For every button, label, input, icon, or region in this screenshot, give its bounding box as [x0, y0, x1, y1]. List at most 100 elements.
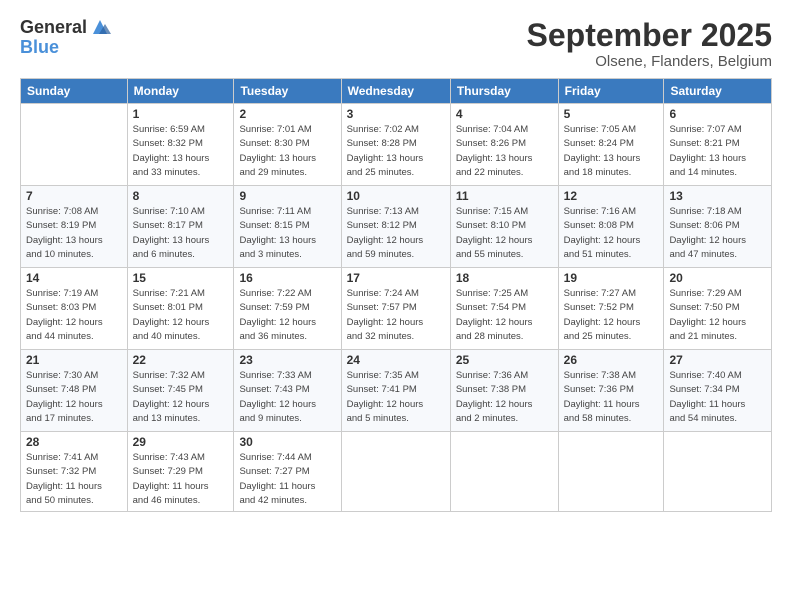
table-row: 18Sunrise: 7:25 AM Sunset: 7:54 PM Dayli…: [450, 268, 558, 350]
table-row: 26 Sunrise: 7:38 AM Sunset: 7:36 PM Dayli…: [558, 350, 664, 432]
table-row: 22 Sunrise: 7:32 AM Sunset: 7:45 PM Dayli…: [127, 350, 234, 432]
day-number: 25: [456, 353, 553, 367]
table-row: 30 Sunrise: 7:44 AM Sunset: 7:27 PM Dayli…: [234, 432, 341, 512]
day-info: Sunrise: 7:10 AM Sunset: 8:17 PM Dayligh…: [133, 205, 229, 262]
table-row: 3Sunrise: 7:02 AM Sunset: 8:28 PM Daylig…: [341, 104, 450, 186]
day-info: Sunrise: 7:08 AM Sunset: 8:19 PM Dayligh…: [26, 205, 122, 262]
day-info: Sunrise: 7:05 AM Sunset: 8:24 PM Dayligh…: [564, 123, 659, 180]
day-info: Sunrise: 7:04 AM Sunset: 8:26 PM Dayligh…: [456, 123, 553, 180]
day-info: Sunrise: 7:43 AM Sunset: 7:29 PM Dayligh…: [133, 451, 229, 508]
col-thursday: Thursday: [450, 79, 558, 104]
day-number: 9: [239, 189, 335, 203]
table-row: 25 Sunrise: 7:36 AM Sunset: 7:38 PM Dayli…: [450, 350, 558, 432]
table-row: 2 Sunrise: 7:01 AM Sunset: 8:30 PM Daylig…: [234, 104, 341, 186]
table-row: 1 Sunrise: 6:59 AM Sunset: 8:32 PM Daylig…: [127, 104, 234, 186]
col-friday: Friday: [558, 79, 664, 104]
day-info: Sunrise: 7:35 AM Sunset: 7:41 PM Dayligh…: [347, 369, 445, 426]
day-number: 5: [564, 107, 659, 121]
day-number: 3: [347, 107, 445, 121]
day-info: Sunrise: 7:18 AM Sunset: 8:06 PM Dayligh…: [669, 205, 766, 262]
col-saturday: Saturday: [664, 79, 772, 104]
header: General Blue September 2025 Olsene, Flan…: [20, 18, 772, 70]
logo: General Blue: [20, 18, 111, 58]
day-info: Sunrise: 7:27 AM Sunset: 7:52 PM Dayligh…: [564, 287, 659, 344]
day-number: 7: [26, 189, 122, 203]
day-number: 6: [669, 107, 766, 121]
day-info: Sunrise: 7:22 AM Sunset: 7:59 PM Dayligh…: [239, 287, 335, 344]
day-number: 2: [239, 107, 335, 121]
day-number: 23: [239, 353, 335, 367]
col-monday: Monday: [127, 79, 234, 104]
table-row: 28 Sunrise: 7:41 AM Sunset: 7:32 PM Dayli…: [21, 432, 128, 512]
table-row: 13Sunrise: 7:18 AM Sunset: 8:06 PM Dayli…: [664, 186, 772, 268]
day-number: 27: [669, 353, 766, 367]
day-info: Sunrise: 7:19 AM Sunset: 8:03 PM Dayligh…: [26, 287, 122, 344]
day-number: 22: [133, 353, 229, 367]
day-info: Sunrise: 7:38 AM Sunset: 7:36 PM Dayligh…: [564, 369, 659, 426]
table-row: 5 Sunrise: 7:05 AM Sunset: 8:24 PM Daylig…: [558, 104, 664, 186]
subtitle: Olsene, Flanders, Belgium: [527, 53, 772, 70]
day-info: Sunrise: 7:36 AM Sunset: 7:38 PM Dayligh…: [456, 369, 553, 426]
table-row: 29 Sunrise: 7:43 AM Sunset: 7:29 PM Dayli…: [127, 432, 234, 512]
table-row: 12 Sunrise: 7:16 AM Sunset: 8:08 PM Dayli…: [558, 186, 664, 268]
table-row: 4Sunrise: 7:04 AM Sunset: 8:26 PM Daylig…: [450, 104, 558, 186]
col-wednesday: Wednesday: [341, 79, 450, 104]
day-number: 12: [564, 189, 659, 203]
day-number: 10: [347, 189, 445, 203]
table-row: 14 Sunrise: 7:19 AM Sunset: 8:03 PM Dayli…: [21, 268, 128, 350]
day-info: Sunrise: 7:30 AM Sunset: 7:48 PM Dayligh…: [26, 369, 122, 426]
day-number: 26: [564, 353, 659, 367]
table-row: 15 Sunrise: 7:21 AM Sunset: 8:01 PM Dayli…: [127, 268, 234, 350]
logo-blue: Blue: [20, 38, 111, 58]
day-number: 16: [239, 271, 335, 285]
day-info: Sunrise: 7:40 AM Sunset: 7:34 PM Dayligh…: [669, 369, 766, 426]
table-row: [341, 432, 450, 512]
day-number: 28: [26, 435, 122, 449]
calendar-week-row: 14 Sunrise: 7:19 AM Sunset: 8:03 PM Dayli…: [21, 268, 772, 350]
day-info: Sunrise: 7:32 AM Sunset: 7:45 PM Dayligh…: [133, 369, 229, 426]
table-row: [21, 104, 128, 186]
day-number: 19: [564, 271, 659, 285]
day-info: Sunrise: 7:13 AM Sunset: 8:12 PM Dayligh…: [347, 205, 445, 262]
day-info: Sunrise: 7:07 AM Sunset: 8:21 PM Dayligh…: [669, 123, 766, 180]
calendar-week-row: 7 Sunrise: 7:08 AM Sunset: 8:19 PM Daylig…: [21, 186, 772, 268]
table-row: 8Sunrise: 7:10 AM Sunset: 8:17 PM Daylig…: [127, 186, 234, 268]
table-row: 10 Sunrise: 7:13 AM Sunset: 8:12 PM Dayli…: [341, 186, 450, 268]
day-info: Sunrise: 7:21 AM Sunset: 8:01 PM Dayligh…: [133, 287, 229, 344]
day-info: Sunrise: 7:16 AM Sunset: 8:08 PM Dayligh…: [564, 205, 659, 262]
logo-icon: [89, 16, 111, 38]
day-number: 20: [669, 271, 766, 285]
calendar-header-row: Sunday Monday Tuesday Wednesday Thursday…: [21, 79, 772, 104]
table-row: 19 Sunrise: 7:27 AM Sunset: 7:52 PM Dayli…: [558, 268, 664, 350]
day-info: Sunrise: 6:59 AM Sunset: 8:32 PM Dayligh…: [133, 123, 229, 180]
table-row: [450, 432, 558, 512]
title-block: September 2025 Olsene, Flanders, Belgium: [527, 18, 772, 70]
day-number: 1: [133, 107, 229, 121]
table-row: [664, 432, 772, 512]
table-row: 24 Sunrise: 7:35 AM Sunset: 7:41 PM Dayli…: [341, 350, 450, 432]
logo-general: General: [20, 18, 87, 38]
day-number: 29: [133, 435, 229, 449]
day-info: Sunrise: 7:25 AM Sunset: 7:54 PM Dayligh…: [456, 287, 553, 344]
col-tuesday: Tuesday: [234, 79, 341, 104]
table-row: 27 Sunrise: 7:40 AM Sunset: 7:34 PM Dayli…: [664, 350, 772, 432]
day-info: Sunrise: 7:44 AM Sunset: 7:27 PM Dayligh…: [239, 451, 335, 508]
day-number: 11: [456, 189, 553, 203]
calendar-week-row: 21 Sunrise: 7:30 AM Sunset: 7:48 PM Dayli…: [21, 350, 772, 432]
page: General Blue September 2025 Olsene, Flan…: [0, 0, 792, 612]
day-number: 14: [26, 271, 122, 285]
day-info: Sunrise: 7:41 AM Sunset: 7:32 PM Dayligh…: [26, 451, 122, 508]
table-row: 23 Sunrise: 7:33 AM Sunset: 7:43 PM Dayli…: [234, 350, 341, 432]
logo-text: General Blue: [20, 18, 111, 58]
table-row: 9Sunrise: 7:11 AM Sunset: 8:15 PM Daylig…: [234, 186, 341, 268]
table-row: 16 Sunrise: 7:22 AM Sunset: 7:59 PM Dayli…: [234, 268, 341, 350]
day-number: 24: [347, 353, 445, 367]
day-info: Sunrise: 7:33 AM Sunset: 7:43 PM Dayligh…: [239, 369, 335, 426]
day-number: 15: [133, 271, 229, 285]
day-info: Sunrise: 7:24 AM Sunset: 7:57 PM Dayligh…: [347, 287, 445, 344]
table-row: 6 Sunrise: 7:07 AM Sunset: 8:21 PM Daylig…: [664, 104, 772, 186]
day-info: Sunrise: 7:01 AM Sunset: 8:30 PM Dayligh…: [239, 123, 335, 180]
day-number: 30: [239, 435, 335, 449]
day-number: 21: [26, 353, 122, 367]
calendar-week-row: 1 Sunrise: 6:59 AM Sunset: 8:32 PM Daylig…: [21, 104, 772, 186]
